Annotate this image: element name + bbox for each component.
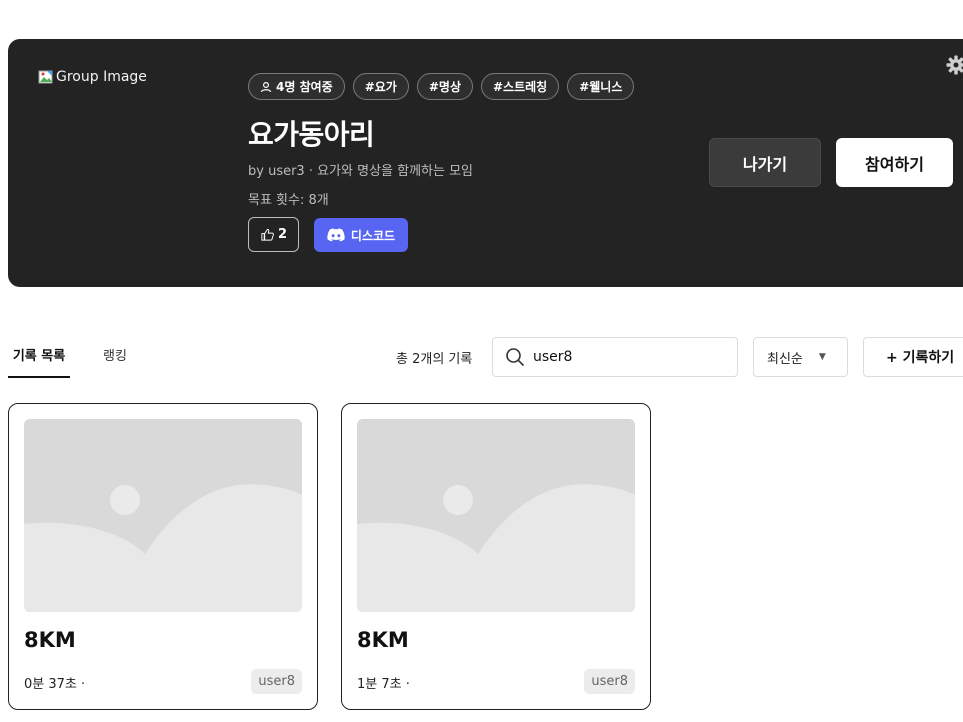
search-input[interactable]: [533, 349, 713, 365]
like-button[interactable]: 2: [248, 217, 299, 252]
discord-button[interactable]: 디스코드: [314, 218, 408, 252]
join-button[interactable]: 참여하기: [836, 138, 953, 187]
image-placeholder-icon: [357, 419, 635, 612]
search-icon: [506, 348, 525, 367]
person-icon: [260, 81, 272, 92]
record-distance: 8KM: [24, 628, 76, 652]
caret-down-icon: ▼: [818, 352, 826, 362]
search-box[interactable]: [492, 337, 738, 377]
gear-icon[interactable]: [946, 55, 963, 75]
tag-yoga[interactable]: #요가: [352, 73, 409, 100]
group-header-banner: Group Image 4명 참여중 #요가 #명상 #스트레칭 #웰니스 요가…: [8, 39, 963, 287]
leave-button[interactable]: 나가기: [709, 138, 821, 187]
record-card[interactable]: 8KM 0분 37초 · user8: [8, 403, 318, 710]
record-card[interactable]: 8KM 1분 7초 · user8: [341, 403, 651, 710]
tag-wellness[interactable]: #웰니스: [567, 73, 635, 100]
group-goal: 목표 횟수: 8개: [248, 193, 329, 208]
group-title: 요가동아리: [248, 118, 375, 151]
image-placeholder-icon: [24, 419, 302, 612]
discord-icon: [327, 228, 345, 242]
group-subtitle: by user3 · 요가와 명상을 함께하는 모임: [248, 164, 474, 179]
like-count: 2: [277, 227, 288, 242]
tab-records[interactable]: 기록 목록: [8, 345, 70, 378]
discord-label: 디스코드: [350, 228, 396, 243]
tag-stretching[interactable]: #스트레칭: [480, 73, 560, 100]
record-count: 총 2개의 기록: [396, 352, 473, 367]
broken-image-icon: [38, 69, 54, 85]
tag-meditation[interactable]: #명상: [416, 73, 473, 100]
group-image: Group Image: [38, 69, 147, 85]
member-count-label: 4명 참여중: [276, 80, 333, 94]
add-record-button[interactable]: + 기록하기: [863, 337, 963, 377]
member-count-tag: 4명 참여중: [248, 73, 345, 100]
record-time: 1분 7초 ·: [357, 677, 410, 692]
sort-label: 최신순: [767, 351, 803, 367]
tag-list: 4명 참여중 #요가 #명상 #스트레칭 #웰니스: [248, 73, 635, 100]
record-distance: 8KM: [357, 628, 409, 652]
sort-select[interactable]: 최신순 ▼: [753, 337, 848, 377]
thumbs-up-icon: [261, 228, 274, 241]
record-user-badge: user8: [251, 669, 302, 694]
tab-ranking[interactable]: 랭킹: [103, 345, 127, 364]
record-user-badge: user8: [584, 669, 635, 694]
group-image-alt: Group Image: [56, 69, 147, 85]
record-time: 0분 37초 ·: [24, 677, 86, 692]
